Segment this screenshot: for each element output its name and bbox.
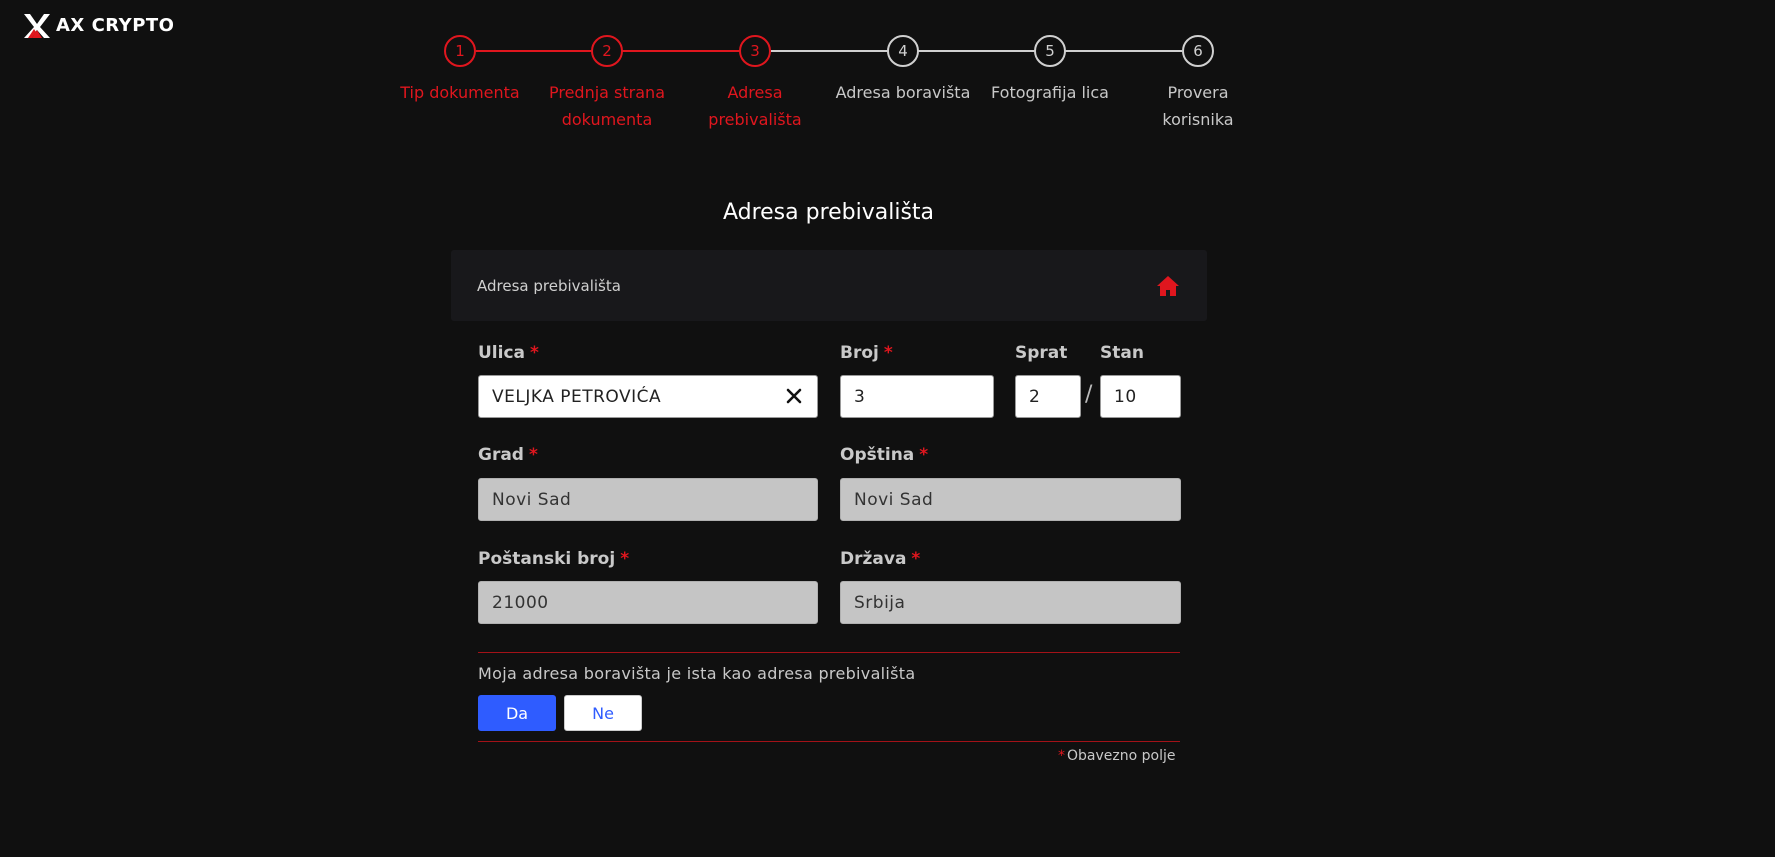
step-3: 3 Adresa prebivališta xyxy=(680,35,830,133)
apartment-label: Stan xyxy=(1100,343,1144,363)
postal-code-input[interactable]: 21000 xyxy=(478,581,818,624)
apartment-input[interactable]: 10 xyxy=(1100,375,1181,418)
step-label: Prednja strana dokumenta xyxy=(548,83,665,129)
step-2: 2 Prednja strana dokumenta xyxy=(532,35,682,133)
step-number: 3 xyxy=(739,35,771,67)
page-title: Adresa prebivališta xyxy=(722,200,935,225)
same-address-question: Moja adresa boravišta je ista kao adresa… xyxy=(478,664,916,683)
step-6: 6 Provera korisnika xyxy=(1123,35,1273,133)
divider-top xyxy=(478,652,1180,653)
step-label: Fotografija lica xyxy=(991,83,1109,102)
step-number: 4 xyxy=(887,35,919,67)
section-header: Adresa prebivališta xyxy=(451,250,1207,321)
country-value: Srbija xyxy=(854,592,906,613)
required-field-note: * Obavezno polje xyxy=(1058,748,1176,764)
municipality-input[interactable]: Novi Sad xyxy=(840,478,1181,521)
city-input[interactable]: Novi Sad xyxy=(478,478,818,521)
street-input[interactable]: VELJKA PETROVIĆA xyxy=(478,375,818,418)
street-value: VELJKA PETROVIĆA xyxy=(492,386,662,407)
number-input[interactable]: 3 xyxy=(840,375,994,418)
postal-code-label: Poštanski broj * xyxy=(478,549,630,569)
step-5: 5 Fotografija lica xyxy=(975,35,1125,106)
municipality-label: Opština * xyxy=(840,445,929,465)
floor-label: Sprat xyxy=(1015,343,1068,363)
step-1: 1 Tip dokumenta xyxy=(385,35,535,106)
apartment-value: 10 xyxy=(1114,386,1137,407)
floor-input[interactable]: 2 xyxy=(1015,375,1081,418)
step-label: Tip dokumenta xyxy=(400,83,520,102)
city-label: Grad * xyxy=(478,445,538,465)
section-header-label: Adresa prebivališta xyxy=(477,276,621,295)
municipality-value: Novi Sad xyxy=(854,489,934,510)
clear-icon[interactable] xyxy=(785,387,803,405)
country-label: Država * xyxy=(840,549,921,569)
street-label: Ulica * xyxy=(478,343,539,363)
step-label: Provera korisnika xyxy=(1162,83,1234,129)
step-4: 4 Adresa boravišta xyxy=(828,35,978,106)
home-icon xyxy=(1157,275,1179,296)
postal-code-value: 21000 xyxy=(492,592,549,613)
step-number: 1 xyxy=(444,35,476,67)
step-label: Adresa prebivališta xyxy=(708,83,802,129)
no-button[interactable]: Ne xyxy=(564,695,642,731)
floor-apartment-separator: / xyxy=(1085,382,1093,407)
number-label: Broj * xyxy=(840,343,893,363)
city-value: Novi Sad xyxy=(492,489,572,510)
yes-button[interactable]: Da xyxy=(478,695,556,731)
floor-value: 2 xyxy=(1029,386,1041,407)
country-input[interactable]: Srbija xyxy=(840,581,1181,624)
step-number: 6 xyxy=(1182,35,1214,67)
step-number: 5 xyxy=(1034,35,1066,67)
step-label: Adresa boravišta xyxy=(835,83,971,102)
number-value: 3 xyxy=(854,386,866,407)
step-number: 2 xyxy=(591,35,623,67)
progress-stepper: 1 Tip dokumenta 2 Prednja strana dokumen… xyxy=(0,0,1568,140)
divider-bottom xyxy=(478,741,1180,742)
